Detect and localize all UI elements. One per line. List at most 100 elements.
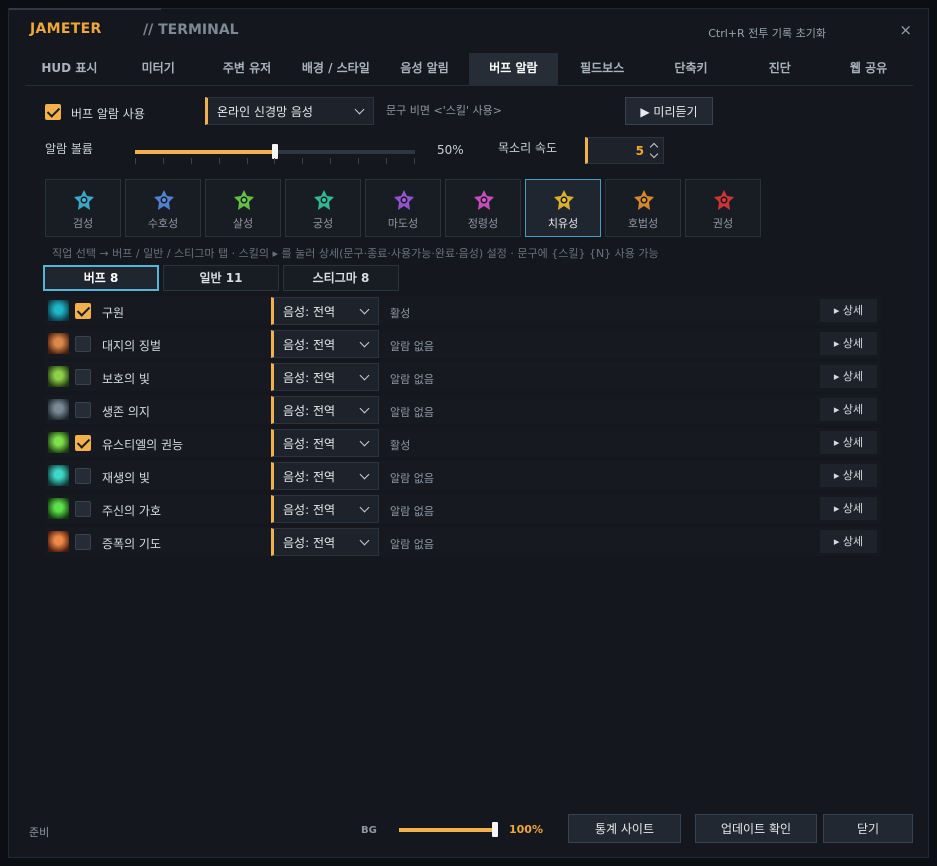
- buff-voice-select[interactable]: 음성: 전역: [271, 528, 379, 556]
- class-option-4[interactable]: 마도성: [365, 179, 441, 237]
- tab-7[interactable]: 단축키: [647, 53, 736, 85]
- bg-opacity-label: BG: [361, 825, 377, 836]
- buff-alarm-state: 알람 없음: [390, 373, 434, 386]
- class-option-5[interactable]: 정령성: [445, 179, 521, 237]
- chevron-down-icon: [359, 535, 370, 545]
- buff-detail-button[interactable]: ▸ 상세: [820, 299, 877, 322]
- tab-1[interactable]: 미터기: [114, 53, 203, 85]
- voice-speed-stepper[interactable]: 5: [585, 137, 664, 164]
- class-selector: 검성 수호성 살성 궁성 마도성 정령성 치유성 호법성 권성: [45, 179, 761, 237]
- tab-9[interactable]: 웹 공유: [824, 53, 913, 85]
- class-option-0[interactable]: 검성: [45, 179, 121, 237]
- buff-row-background: [45, 395, 881, 424]
- bg-opacity-slider[interactable]: [399, 822, 498, 837]
- buff-name: 보호의 빛: [102, 372, 150, 386]
- check-update-button[interactable]: 업데이트 확인: [695, 814, 817, 843]
- voice-engine-select[interactable]: 온라인 신경망 음성: [205, 97, 374, 125]
- buff-name: 유스티엘의 권능: [102, 438, 184, 452]
- buff-detail-button[interactable]: ▸ 상세: [820, 464, 877, 487]
- class-option-7[interactable]: 호법성: [605, 179, 681, 237]
- status-text: 준비: [29, 826, 50, 839]
- subtab-1[interactable]: 일반 11: [163, 265, 279, 291]
- chevron-down-icon: [354, 104, 365, 114]
- class-option-1[interactable]: 수호성: [125, 179, 201, 237]
- class-option-2[interactable]: 살성: [205, 179, 281, 237]
- yustiel-power-skill-icon: [48, 432, 69, 453]
- subtab-0[interactable]: 버프 8: [43, 265, 159, 291]
- buff-voice-select[interactable]: 음성: 전역: [271, 330, 379, 358]
- buff-alarm-state: 알람 없음: [390, 406, 434, 419]
- salvation-skill-icon: [48, 300, 69, 321]
- preview-button[interactable]: ▶ 미리듣기: [625, 97, 713, 125]
- buff-row: 주신의 가호 음성: 전역 알람 없음 ▸ 상세: [45, 492, 881, 525]
- earth-punishment-skill-icon: [48, 333, 69, 354]
- class-label: 정령성: [467, 217, 499, 230]
- bg-opacity-value: 100%: [509, 823, 543, 836]
- skill-category-tabs: 버프 8 일반 11 스티그마 8: [43, 265, 399, 291]
- chevron-down-icon: [359, 337, 370, 347]
- buff-enable-checkbox[interactable]: [75, 534, 91, 550]
- buff-enable-checkbox[interactable]: [75, 336, 91, 352]
- stepper-down-icon[interactable]: [649, 149, 659, 159]
- tab-2[interactable]: 주변 유저: [203, 53, 292, 85]
- amplify-prayer-skill-icon: [48, 531, 69, 552]
- healer-class-icon: [553, 189, 575, 211]
- class-label: 살성: [232, 217, 254, 230]
- tab-0[interactable]: HUD 표시: [25, 53, 114, 85]
- buff-voice-select[interactable]: 음성: 전역: [271, 396, 379, 424]
- stats-site-button[interactable]: 통계 사이트: [568, 814, 681, 843]
- buff-detail-button[interactable]: ▸ 상세: [820, 365, 877, 388]
- tab-4[interactable]: 음성 알림: [380, 53, 469, 85]
- buff-enable-checkbox[interactable]: [75, 369, 91, 385]
- tab-5[interactable]: 버프 알람: [468, 53, 558, 85]
- tab-8[interactable]: 진단: [735, 53, 824, 85]
- slider-tick: [246, 158, 248, 164]
- buff-voice-select[interactable]: 음성: 전역: [271, 462, 379, 490]
- buff-name: 증폭의 기도: [102, 537, 162, 551]
- buff-detail-button[interactable]: ▸ 상세: [820, 497, 877, 520]
- buff-alarm-enable-checkbox[interactable]: [45, 104, 61, 120]
- slider-tick: [413, 158, 415, 164]
- volume-label: 알람 볼륨: [45, 142, 93, 156]
- class-option-6[interactable]: 치유성: [525, 179, 601, 237]
- buff-row-background: [45, 362, 881, 391]
- buff-voice-select[interactable]: 음성: 전역: [271, 429, 379, 457]
- buff-alarm-state: 알람 없음: [390, 340, 434, 353]
- buff-row-background: [45, 494, 881, 523]
- buff-voice-select[interactable]: 음성: 전역: [271, 495, 379, 523]
- divine-blessing-skill-icon: [48, 498, 69, 519]
- class-option-8[interactable]: 권성: [685, 179, 761, 237]
- slider-tick: [162, 158, 164, 164]
- buff-detail-button[interactable]: ▸ 상세: [820, 398, 877, 421]
- slider-tick: [302, 158, 304, 164]
- buff-detail-button[interactable]: ▸ 상세: [820, 332, 877, 355]
- tab-6[interactable]: 필드보스: [558, 53, 647, 85]
- shield-class-icon: [153, 189, 175, 211]
- bg-opacity-slider-thumb[interactable]: [492, 822, 498, 837]
- slider-tick: [386, 158, 388, 164]
- close-icon[interactable]: ×: [899, 21, 912, 39]
- buff-enable-checkbox[interactable]: [75, 303, 91, 319]
- voice-speed-label: 목소리 속도: [498, 141, 558, 155]
- volume-slider[interactable]: [135, 144, 415, 159]
- tab-3[interactable]: 배경 / 스타일: [291, 53, 380, 85]
- volume-value: 50%: [437, 143, 464, 157]
- buff-voice-select[interactable]: 음성: 전역: [271, 363, 379, 391]
- alarm-enable-row: 버프 알람 사용 온라인 신경망 음성 문구 비면 <'스킬' 사용> ▶ 미리…: [45, 97, 905, 127]
- buff-name: 대지의 징벌: [102, 339, 162, 353]
- buff-enable-checkbox[interactable]: [75, 468, 91, 484]
- buff-enable-checkbox[interactable]: [75, 435, 91, 451]
- buff-enable-checkbox[interactable]: [75, 501, 91, 517]
- buff-row: 유스티엘의 권능 음성: 전역 활성 ▸ 상세: [45, 426, 881, 459]
- subtab-2[interactable]: 스티그마 8: [283, 265, 399, 291]
- class-option-3[interactable]: 궁성: [285, 179, 361, 237]
- close-button[interactable]: 닫기: [823, 814, 913, 843]
- buff-voice-select[interactable]: 음성: 전역: [271, 297, 379, 325]
- buff-detail-button[interactable]: ▸ 상세: [820, 431, 877, 454]
- chevron-down-icon: [359, 304, 370, 314]
- volume-slider-thumb[interactable]: [272, 144, 278, 159]
- app-window: JAMETER // TERMINAL Ctrl+R 전투 기록 초기화 × H…: [8, 8, 929, 858]
- buff-row: 생존 의지 음성: 전역 알람 없음 ▸ 상세: [45, 393, 881, 426]
- buff-enable-checkbox[interactable]: [75, 402, 91, 418]
- buff-detail-button[interactable]: ▸ 상세: [820, 530, 877, 553]
